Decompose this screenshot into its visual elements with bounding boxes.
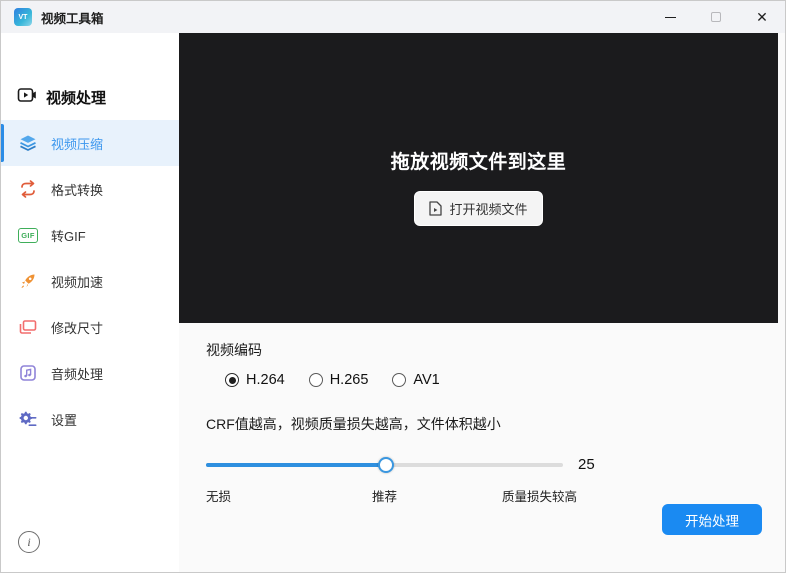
- info-button[interactable]: i: [18, 531, 40, 553]
- gif-icon: GIF: [17, 225, 39, 245]
- titlebar: VT 视频工具箱 ✕: [1, 1, 785, 33]
- sidebar-item-label: 音频处理: [51, 366, 104, 382]
- app-window: VT 视频工具箱 ✕ 视频处理 视频压缩 格式转换 GIF 转GIF 视频加速 …: [0, 0, 786, 573]
- sidebar-item-resize[interactable]: 修改尺寸: [1, 304, 179, 350]
- close-icon: ✕: [756, 9, 768, 25]
- dropzone-title: 拖放视频文件到这里: [390, 151, 567, 173]
- compress-settings-panel: 视频编码 H.264 H.265 AV1 CRF值越高，视频质量损失越高，文件体…: [179, 323, 785, 572]
- sidebar-item-label: 转GIF: [51, 228, 86, 244]
- radio-label: H.265: [329, 372, 369, 388]
- rocket-icon: [18, 271, 38, 291]
- slider-label-recommended: 推荐: [371, 490, 398, 504]
- crf-slider[interactable]: [206, 456, 563, 473]
- resize-icon: [18, 317, 38, 337]
- radio-unselected-icon: [308, 373, 323, 387]
- sidebar-item-settings[interactable]: 设置: [1, 396, 179, 442]
- open-video-file-button[interactable]: 打开视频文件: [414, 190, 543, 226]
- sidebar-item-audio[interactable]: 音频处理: [1, 350, 179, 396]
- open-video-file-label: 打开视频文件: [449, 201, 528, 217]
- music-note-icon: [18, 363, 38, 383]
- video-drop-zone[interactable]: 拖放视频文件到这里 打开视频文件: [179, 33, 778, 323]
- slider-thumb[interactable]: [377, 456, 394, 473]
- layers-icon: [18, 133, 38, 153]
- radio-label: H.264: [246, 372, 285, 388]
- crf-hint-text: CRF值越高，视频质量损失越高，文件体积越小: [206, 416, 501, 432]
- encoding-label: 视频编码: [206, 342, 262, 358]
- codec-radio-group: H.264 H.265 AV1: [225, 372, 785, 388]
- main-area: 拖放视频文件到这里 打开视频文件 视频编码 H.264 H.265 AV1 CR…: [179, 33, 785, 572]
- app-logo-icon: VT: [14, 8, 32, 26]
- info-icon: i: [27, 534, 31, 549]
- radio-h264[interactable]: H.264: [225, 372, 285, 388]
- minimize-button[interactable]: [647, 1, 693, 33]
- crf-value: 25: [578, 456, 595, 473]
- sidebar-item-format-convert[interactable]: 格式转换: [1, 166, 179, 212]
- sidebar-item-label: 设置: [51, 412, 78, 428]
- slider-scale-labels: 无损 推荐 质量损失较高: [206, 486, 577, 504]
- radio-h265[interactable]: H.265: [308, 372, 369, 388]
- maximize-button[interactable]: [693, 1, 739, 33]
- sidebar-item-video-compress[interactable]: 视频压缩: [1, 120, 179, 166]
- gear-icon: [18, 409, 38, 429]
- slider-fill: [206, 462, 386, 467]
- close-button[interactable]: ✕: [739, 1, 785, 33]
- radio-selected-icon: [225, 373, 239, 387]
- sidebar-item-label: 视频加速: [51, 274, 104, 290]
- sidebar-item-video-speed[interactable]: 视频加速: [1, 258, 179, 304]
- sidebar-item-to-gif[interactable]: GIF 转GIF: [1, 212, 179, 258]
- maximize-icon: [711, 12, 721, 22]
- minimize-icon: [664, 16, 676, 18]
- sidebar-item-label: 修改尺寸: [51, 320, 104, 336]
- slider-label-high-loss: 质量损失较高: [501, 490, 577, 504]
- window-title: 视频工具箱: [41, 11, 104, 26]
- sidebar-header: 视频处理: [1, 33, 179, 110]
- radio-unselected-icon: [392, 373, 407, 387]
- start-processing-button[interactable]: 开始处理: [662, 504, 762, 535]
- video-processing-icon: [17, 85, 37, 110]
- sidebar-nav: 视频压缩 格式转换 GIF 转GIF 视频加速 修改尺寸 音频处理 设置: [1, 120, 179, 442]
- crf-slider-row: 25: [206, 456, 785, 473]
- sidebar-item-label: 格式转换: [51, 182, 104, 198]
- sidebar-item-label: 视频压缩: [51, 136, 104, 152]
- sidebar-title: 视频处理: [46, 90, 107, 107]
- slider-label-lossless: 无损: [206, 490, 232, 504]
- sidebar: 视频处理 视频压缩 格式转换 GIF 转GIF 视频加速 修改尺寸 音频处理 设…: [1, 33, 179, 572]
- radio-label: AV1: [413, 372, 440, 388]
- radio-av1[interactable]: AV1: [392, 372, 440, 388]
- video-file-icon: [429, 200, 443, 216]
- convert-arrows-icon: [18, 179, 38, 199]
